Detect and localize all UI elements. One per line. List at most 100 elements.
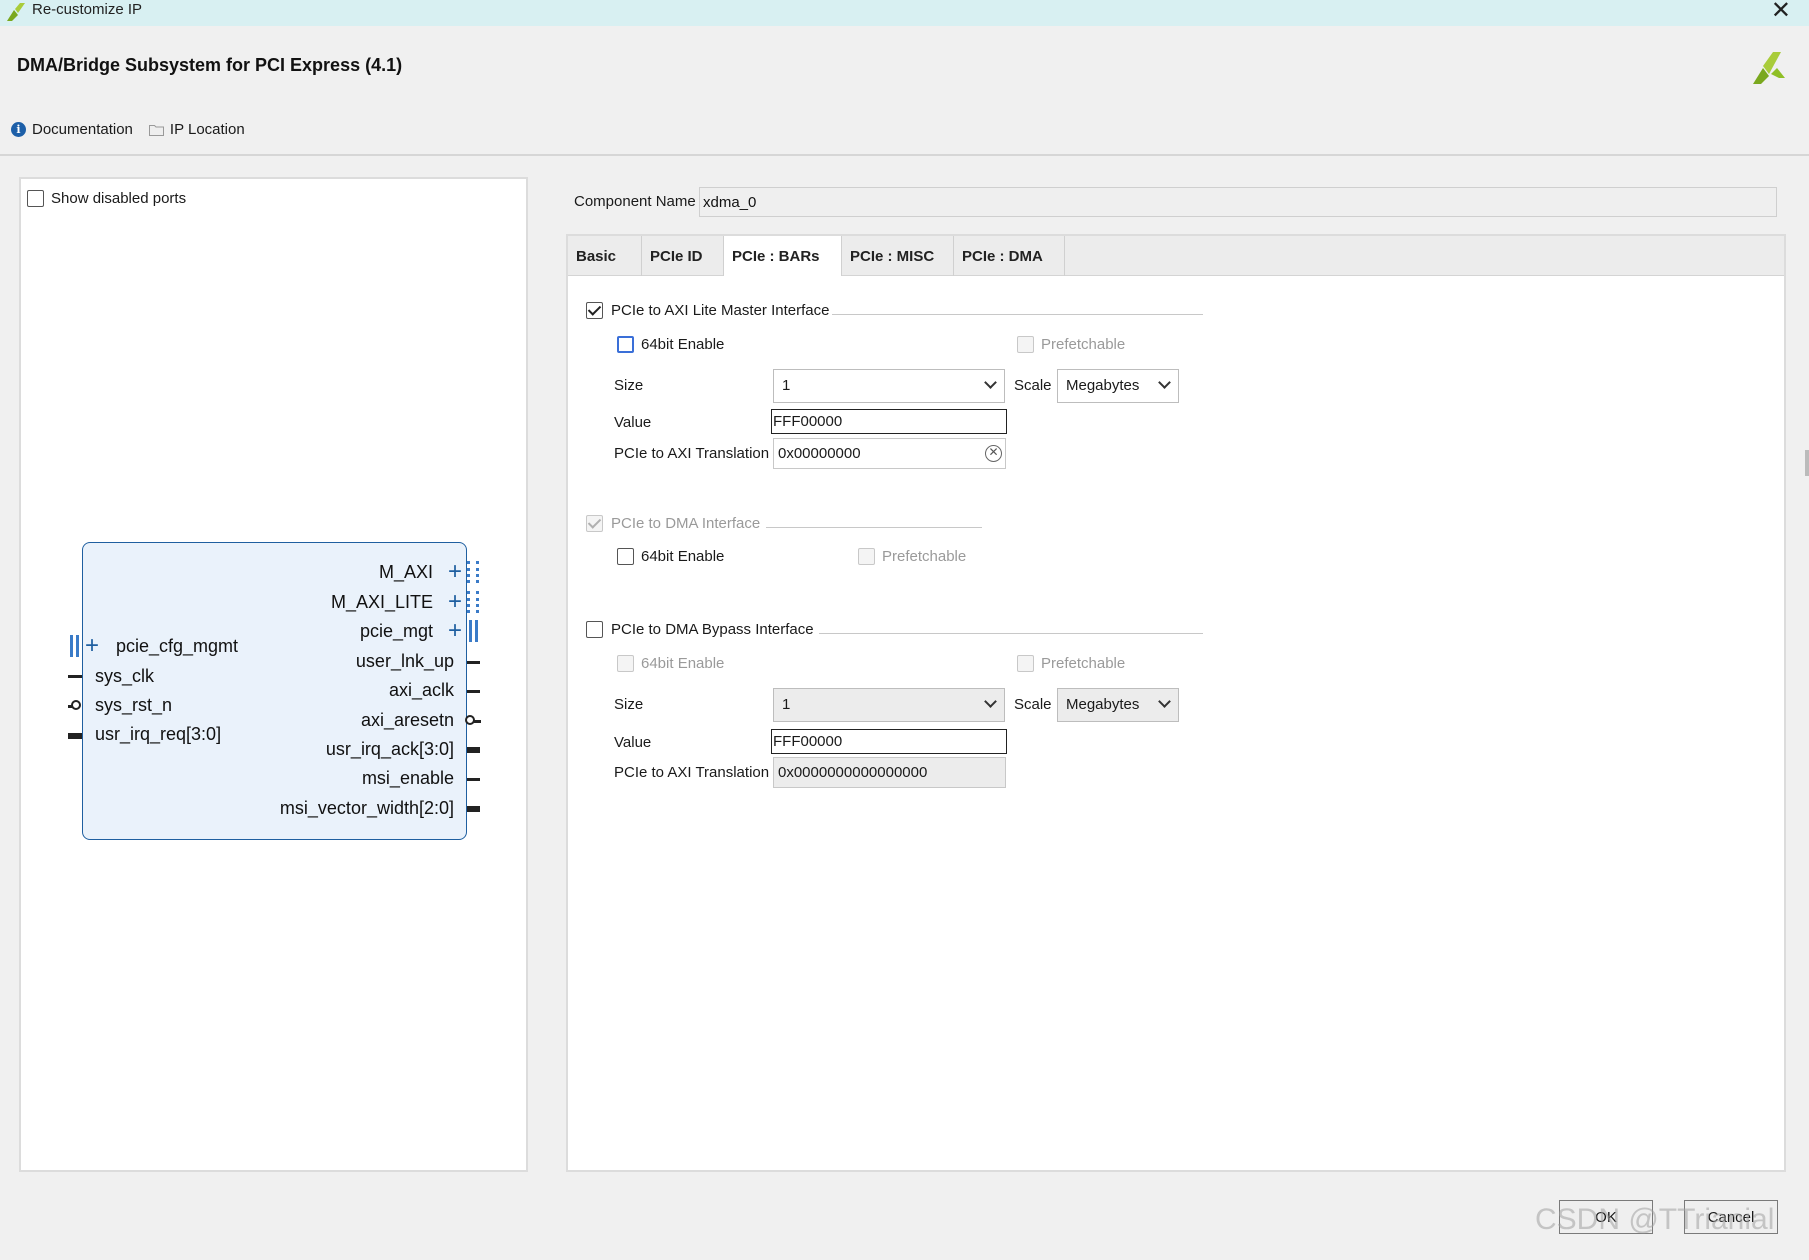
component-name-label: Component Name bbox=[574, 193, 696, 210]
port-usr-irq-ack: usr_irq_ack[3:0] bbox=[325, 739, 454, 759]
axi-lite-enable-checkbox[interactable] bbox=[586, 302, 603, 319]
ip-block-symbol: + pcie_cfg_mgmt sys_clk sys_rst_n usr_ir… bbox=[82, 542, 467, 840]
bypass-title: PCIe to DMA Bypass Interface bbox=[611, 621, 814, 638]
documentation-label: Documentation bbox=[32, 121, 133, 138]
documentation-link[interactable]: i Documentation bbox=[11, 121, 133, 138]
component-name-input[interactable] bbox=[699, 187, 1777, 217]
axi-lite-size-value: 1 bbox=[782, 377, 791, 394]
port-user-lnk-up: user_lnk_up bbox=[355, 651, 454, 671]
pin-sys-clk bbox=[68, 675, 82, 678]
clear-icon[interactable]: ✕ bbox=[985, 445, 1002, 462]
pin-user-lnk-up bbox=[467, 661, 480, 664]
bypass-size-value: 1 bbox=[782, 696, 791, 713]
expand-icon[interactable]: + bbox=[85, 634, 99, 658]
documentation-bar: i Documentation IP Location bbox=[11, 121, 261, 138]
bypass-scale-value: Megabytes bbox=[1066, 696, 1140, 713]
bus-pin-icon bbox=[467, 591, 479, 613]
axi-lite-64bit-label: 64bit Enable bbox=[641, 336, 725, 353]
pin-axi-aclk bbox=[467, 690, 480, 693]
xilinx-app-icon bbox=[7, 3, 25, 21]
show-disabled-ports-checkbox[interactable] bbox=[27, 190, 44, 207]
tab-basic[interactable]: Basic bbox=[568, 236, 642, 276]
bypass-value-field[interactable]: FFF00000 bbox=[771, 729, 1007, 754]
xilinx-logo-icon bbox=[1753, 52, 1785, 84]
expand-icon[interactable]: + bbox=[448, 590, 462, 614]
expand-icon[interactable]: + bbox=[448, 619, 462, 643]
chevron-down-icon bbox=[984, 695, 997, 708]
show-disabled-ports-option[interactable]: Show disabled ports bbox=[27, 190, 186, 207]
axi-lite-translation-value: 0x00000000 bbox=[778, 445, 861, 462]
show-disabled-ports-label: Show disabled ports bbox=[51, 190, 187, 207]
axi-lite-translation-label: PCIe to AXI Translation bbox=[614, 445, 770, 462]
bypass-translation-label: PCIe to AXI Translation bbox=[614, 764, 770, 781]
bus-pin-icon bbox=[469, 620, 478, 642]
dma-prefetchable-checkbox bbox=[858, 548, 875, 565]
bypass-64bit-label: 64bit Enable bbox=[641, 655, 725, 672]
dma-section-header: PCIe to DMA Interface bbox=[586, 515, 760, 532]
axi-lite-scale-select[interactable]: Megabytes bbox=[1057, 369, 1179, 403]
port-m-axi: M_AXI bbox=[378, 562, 433, 582]
bypass-enable-checkbox[interactable] bbox=[586, 621, 603, 638]
axi-lite-64bit-option[interactable]: 64bit Enable bbox=[617, 336, 724, 353]
dma-64bit-checkbox[interactable] bbox=[617, 548, 634, 565]
close-icon[interactable]: ✕ bbox=[1771, 0, 1791, 24]
bus-pin-icon bbox=[70, 635, 79, 657]
axi-lite-size-label: Size bbox=[614, 377, 644, 394]
expand-icon[interactable]: + bbox=[448, 560, 462, 584]
port-pcie-cfg-mgmt: pcie_cfg_mgmt bbox=[116, 636, 239, 656]
pin-axi-aresetn bbox=[474, 720, 481, 723]
title-bar: Re-customize IP ✕ bbox=[0, 0, 1809, 26]
ip-location-link[interactable]: IP Location bbox=[148, 121, 245, 138]
bypass-section-header[interactable]: PCIe to DMA Bypass Interface bbox=[586, 621, 814, 638]
port-axi-aclk: axi_aclk bbox=[388, 680, 454, 700]
axi-lite-title: PCIe to AXI Lite Master Interface bbox=[611, 302, 830, 319]
dma-title: PCIe to DMA Interface bbox=[611, 515, 761, 532]
axi-lite-64bit-checkbox[interactable] bbox=[617, 336, 634, 353]
bypass-prefetchable-option: Prefetchable bbox=[1017, 655, 1125, 672]
axi-lite-value-label: Value bbox=[614, 414, 652, 431]
axi-lite-translation-input[interactable]: 0x00000000 ✕ bbox=[773, 438, 1006, 469]
port-axi-aresetn: axi_aresetn bbox=[360, 710, 454, 730]
port-sys-rst-n: sys_rst_n bbox=[95, 695, 173, 715]
dma-enable-checkbox bbox=[586, 515, 603, 532]
bypass-value-label: Value bbox=[614, 734, 652, 751]
tab-pcie-dma[interactable]: PCIe : DMA bbox=[954, 236, 1065, 276]
info-icon: i bbox=[11, 122, 26, 137]
dma-prefetchable-label: Prefetchable bbox=[882, 548, 967, 565]
inverted-pin-icon bbox=[71, 700, 81, 710]
tab-pcie-bars[interactable]: PCIe : BARs bbox=[724, 236, 842, 276]
bypass-scale-select: Megabytes bbox=[1057, 688, 1179, 722]
section-divider bbox=[766, 527, 982, 528]
chevron-down-icon bbox=[1158, 695, 1171, 708]
axi-lite-value-field[interactable]: FFF00000 bbox=[771, 409, 1007, 434]
window-title: Re-customize IP bbox=[32, 1, 143, 18]
axi-lite-prefetchable-checkbox bbox=[1017, 336, 1034, 353]
pin-msi-vector-width bbox=[467, 806, 480, 812]
axi-lite-scale-label: Scale bbox=[1014, 377, 1052, 394]
bypass-size-label: Size bbox=[614, 696, 644, 713]
pin-usr-irq-ack bbox=[467, 747, 480, 753]
bypass-size-select: 1 bbox=[773, 688, 1005, 722]
bypass-64bit-option: 64bit Enable bbox=[617, 655, 724, 672]
port-msi-vector-width: msi_vector_width[2:0] bbox=[279, 798, 454, 818]
port-usr-irq-req: usr_irq_req[3:0] bbox=[95, 724, 222, 744]
pin-msi-enable bbox=[467, 778, 480, 781]
port-pcie-mgt: pcie_mgt bbox=[359, 621, 433, 641]
ip-location-label: IP Location bbox=[169, 121, 245, 138]
axi-lite-section-header[interactable]: PCIe to AXI Lite Master Interface bbox=[586, 302, 829, 319]
scrollbar-handle[interactable] bbox=[1805, 450, 1809, 476]
bypass-translation-input: 0x0000000000000000 bbox=[773, 757, 1006, 788]
ip-title: DMA/Bridge Subsystem for PCI Express (4.… bbox=[17, 55, 403, 75]
tab-pcie-misc[interactable]: PCIe : MISC bbox=[842, 236, 954, 276]
pin-usr-irq-req bbox=[68, 733, 82, 739]
axi-lite-size-select[interactable]: 1 bbox=[773, 369, 1005, 403]
chevron-down-icon bbox=[984, 376, 997, 389]
folder-icon bbox=[148, 124, 164, 136]
port-m-axi-lite: M_AXI_LITE bbox=[330, 592, 433, 612]
tab-pcie-id[interactable]: PCIe ID bbox=[642, 236, 724, 276]
header-divider bbox=[0, 154, 1809, 156]
axi-lite-prefetchable-label: Prefetchable bbox=[1041, 336, 1126, 353]
section-divider bbox=[819, 633, 1203, 634]
dma-64bit-label: 64bit Enable bbox=[641, 548, 725, 565]
dma-64bit-option[interactable]: 64bit Enable bbox=[617, 548, 724, 565]
